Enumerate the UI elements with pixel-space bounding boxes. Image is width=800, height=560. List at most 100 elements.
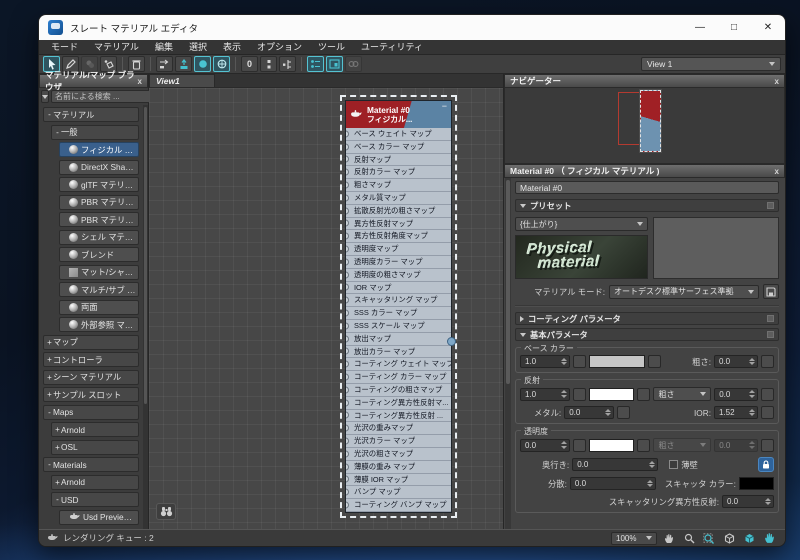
rollout-preset[interactable]: プリセット bbox=[515, 199, 779, 212]
browser-tree-row[interactable]: - USD bbox=[51, 492, 139, 507]
thin-walled-checkbox[interactable] bbox=[669, 460, 679, 469]
tree-expand-glyph[interactable]: + bbox=[54, 478, 61, 487]
pick-from-object-icon[interactable] bbox=[81, 56, 98, 72]
zoom-extents-icon[interactable] bbox=[721, 531, 737, 545]
menu-item[interactable]: ツール bbox=[310, 40, 353, 55]
navigator-canvas[interactable] bbox=[504, 88, 785, 164]
tree-expand-glyph[interactable]: + bbox=[46, 390, 53, 399]
navigator-node-thumbnail[interactable] bbox=[639, 89, 662, 153]
node-slot[interactable]: コーティング異方性反射マ... bbox=[346, 396, 451, 410]
transparency-roughness-spinner[interactable]: 0.0 bbox=[714, 438, 758, 452]
base-color-map-button[interactable] bbox=[648, 355, 661, 368]
tree-expand-glyph[interactable]: - bbox=[46, 408, 53, 417]
node-slot[interactable]: コーティングの粗さマップ bbox=[346, 383, 451, 397]
browser-tree-row[interactable]: 外部参照 マテリアル bbox=[59, 317, 139, 332]
transparency-roughness-mode-dropdown[interactable]: 粗さ bbox=[653, 438, 712, 452]
maximize-button[interactable]: □ bbox=[717, 15, 751, 40]
slot-input-socket[interactable] bbox=[346, 475, 349, 483]
lock-icon[interactable] bbox=[758, 457, 774, 472]
slot-input-socket[interactable] bbox=[346, 130, 349, 138]
tree-expand-glyph[interactable]: + bbox=[54, 443, 61, 452]
dispersion-spinner[interactable]: 0.0 bbox=[569, 477, 656, 490]
node-slot[interactable]: コーティング バンプ マップ bbox=[346, 499, 451, 512]
node-slot[interactable]: 粗さマップ bbox=[346, 179, 451, 192]
navigator-toggle-icon[interactable] bbox=[326, 56, 343, 72]
node-slot[interactable]: コーティング ウェイト マップ bbox=[346, 358, 451, 372]
node-slot[interactable]: 拡散反射光の粗さマップ bbox=[346, 204, 451, 218]
transparency-weight-spinner[interactable]: 0.0 bbox=[520, 438, 570, 452]
zoom-extents-selected-icon[interactable] bbox=[741, 531, 757, 545]
zoom-level-dropdown[interactable]: 100% bbox=[611, 531, 657, 545]
save-material-mode-button[interactable] bbox=[763, 284, 779, 299]
browser-tree-row[interactable]: マルチ/サブ オブジェクト bbox=[59, 282, 139, 297]
transparency-color-swatch[interactable] bbox=[588, 438, 635, 452]
slot-input-socket[interactable] bbox=[346, 309, 349, 317]
pan-selected-icon[interactable] bbox=[761, 531, 777, 545]
browser-panel-header[interactable]: マテリアル/マップ ブラウザ x bbox=[39, 70, 148, 92]
reflection-color-map-button[interactable] bbox=[637, 387, 651, 401]
tree-expand-glyph[interactable]: - bbox=[54, 495, 61, 504]
node-slot[interactable]: 透明度の粗さマップ bbox=[346, 268, 451, 282]
scattering-anisotropy-spinner[interactable]: 0.0 bbox=[722, 495, 774, 508]
reflection-weight-map-button[interactable] bbox=[572, 387, 586, 401]
menu-item[interactable]: ユーティリティ bbox=[353, 40, 431, 55]
material-node[interactable]: Material #0 フィジカル... − ベース ウェイト マップ ベース … bbox=[340, 95, 457, 518]
slot-input-socket[interactable] bbox=[346, 386, 349, 394]
material-name-field[interactable]: Material #0 bbox=[515, 181, 779, 194]
browser-tree-row[interactable]: DirectX Shader bbox=[59, 159, 139, 175]
node-slot[interactable]: 反射マップ bbox=[346, 153, 451, 167]
node-slot[interactable]: 反射カラー マップ bbox=[346, 166, 451, 180]
slot-input-socket[interactable] bbox=[346, 207, 349, 215]
browser-tree-row[interactable]: + Arnold bbox=[51, 422, 139, 437]
slot-input-socket[interactable] bbox=[346, 271, 349, 279]
navigator-panel-header[interactable]: ナビゲーター x bbox=[504, 74, 785, 88]
slot-input-socket[interactable] bbox=[346, 296, 349, 304]
browser-tree-row[interactable]: + サンプル スロット bbox=[43, 387, 139, 402]
tree-expand-glyph[interactable]: + bbox=[46, 355, 53, 364]
slot-input-socket[interactable] bbox=[346, 411, 349, 419]
node-slot[interactable]: コーティング異方性反射 ... bbox=[346, 409, 451, 423]
browser-tree-row[interactable]: + シーン マテリアル bbox=[43, 369, 139, 385]
base-roughness-map-button[interactable] bbox=[761, 355, 774, 368]
browser-tree-row[interactable]: Usd Preview Surface bbox=[59, 509, 139, 525]
base-roughness-spinner[interactable]: 0.0 bbox=[714, 355, 758, 368]
reflection-weight-spinner[interactable]: 1.0 bbox=[520, 387, 570, 401]
minimize-button[interactable]: — bbox=[683, 15, 717, 40]
reflection-color-swatch[interactable] bbox=[588, 387, 635, 401]
slot-input-socket[interactable] bbox=[346, 322, 349, 330]
browser-tree-row[interactable]: - 一般 bbox=[51, 124, 139, 140]
close-icon[interactable]: x bbox=[138, 77, 142, 86]
menu-item[interactable]: モード bbox=[43, 40, 86, 55]
reflection-roughness-mode-dropdown[interactable]: 粗さ bbox=[653, 387, 712, 401]
menu-item[interactable]: マテリアル bbox=[86, 40, 147, 55]
browser-tree-row[interactable]: 両面 bbox=[59, 299, 139, 315]
close-icon[interactable]: x bbox=[775, 167, 779, 176]
slot-input-socket[interactable] bbox=[346, 219, 349, 227]
scatter-color-swatch[interactable] bbox=[738, 477, 774, 490]
put-to-library-icon[interactable] bbox=[175, 56, 192, 72]
rollout-basic-params[interactable]: 基本パラメータ bbox=[515, 328, 779, 341]
slot-input-socket[interactable] bbox=[346, 488, 349, 496]
material-mode-dropdown[interactable]: オートデスク標準サーフェス準拠 bbox=[609, 284, 759, 299]
slot-input-socket[interactable] bbox=[346, 181, 349, 189]
slot-input-socket[interactable] bbox=[346, 168, 349, 176]
base-weight-spinner[interactable]: 1.0 bbox=[520, 355, 570, 368]
tree-expand-glyph[interactable]: + bbox=[46, 338, 53, 347]
material-parameter-editor-icon[interactable] bbox=[307, 56, 324, 72]
slot-input-socket[interactable] bbox=[346, 450, 349, 458]
node-graph-canvas[interactable]: Material #0 フィジカル... − ベース ウェイト マップ ベース … bbox=[149, 87, 503, 529]
hide-unused-nodeslots-icon[interactable] bbox=[279, 56, 296, 72]
slot-input-socket[interactable] bbox=[346, 155, 349, 163]
material-id-channel-icon[interactable] bbox=[345, 56, 362, 72]
rollout-pin-icon[interactable] bbox=[767, 331, 774, 338]
slot-input-socket[interactable] bbox=[346, 501, 349, 509]
slot-input-socket[interactable] bbox=[346, 258, 349, 266]
slot-input-socket[interactable] bbox=[346, 194, 349, 202]
node-slot[interactable]: 光沢カラー マップ bbox=[346, 435, 451, 448]
node-slot[interactable]: 光沢の重みマップ bbox=[346, 422, 451, 436]
node-slot[interactable]: 薄膜 IOR マップ bbox=[346, 473, 451, 487]
transparency-weight-map-button[interactable] bbox=[572, 438, 586, 452]
browser-tree-row[interactable]: - マテリアル bbox=[43, 107, 139, 122]
node-slot[interactable]: コーティング カラー マップ bbox=[346, 371, 451, 384]
slot-input-socket[interactable] bbox=[346, 437, 349, 445]
